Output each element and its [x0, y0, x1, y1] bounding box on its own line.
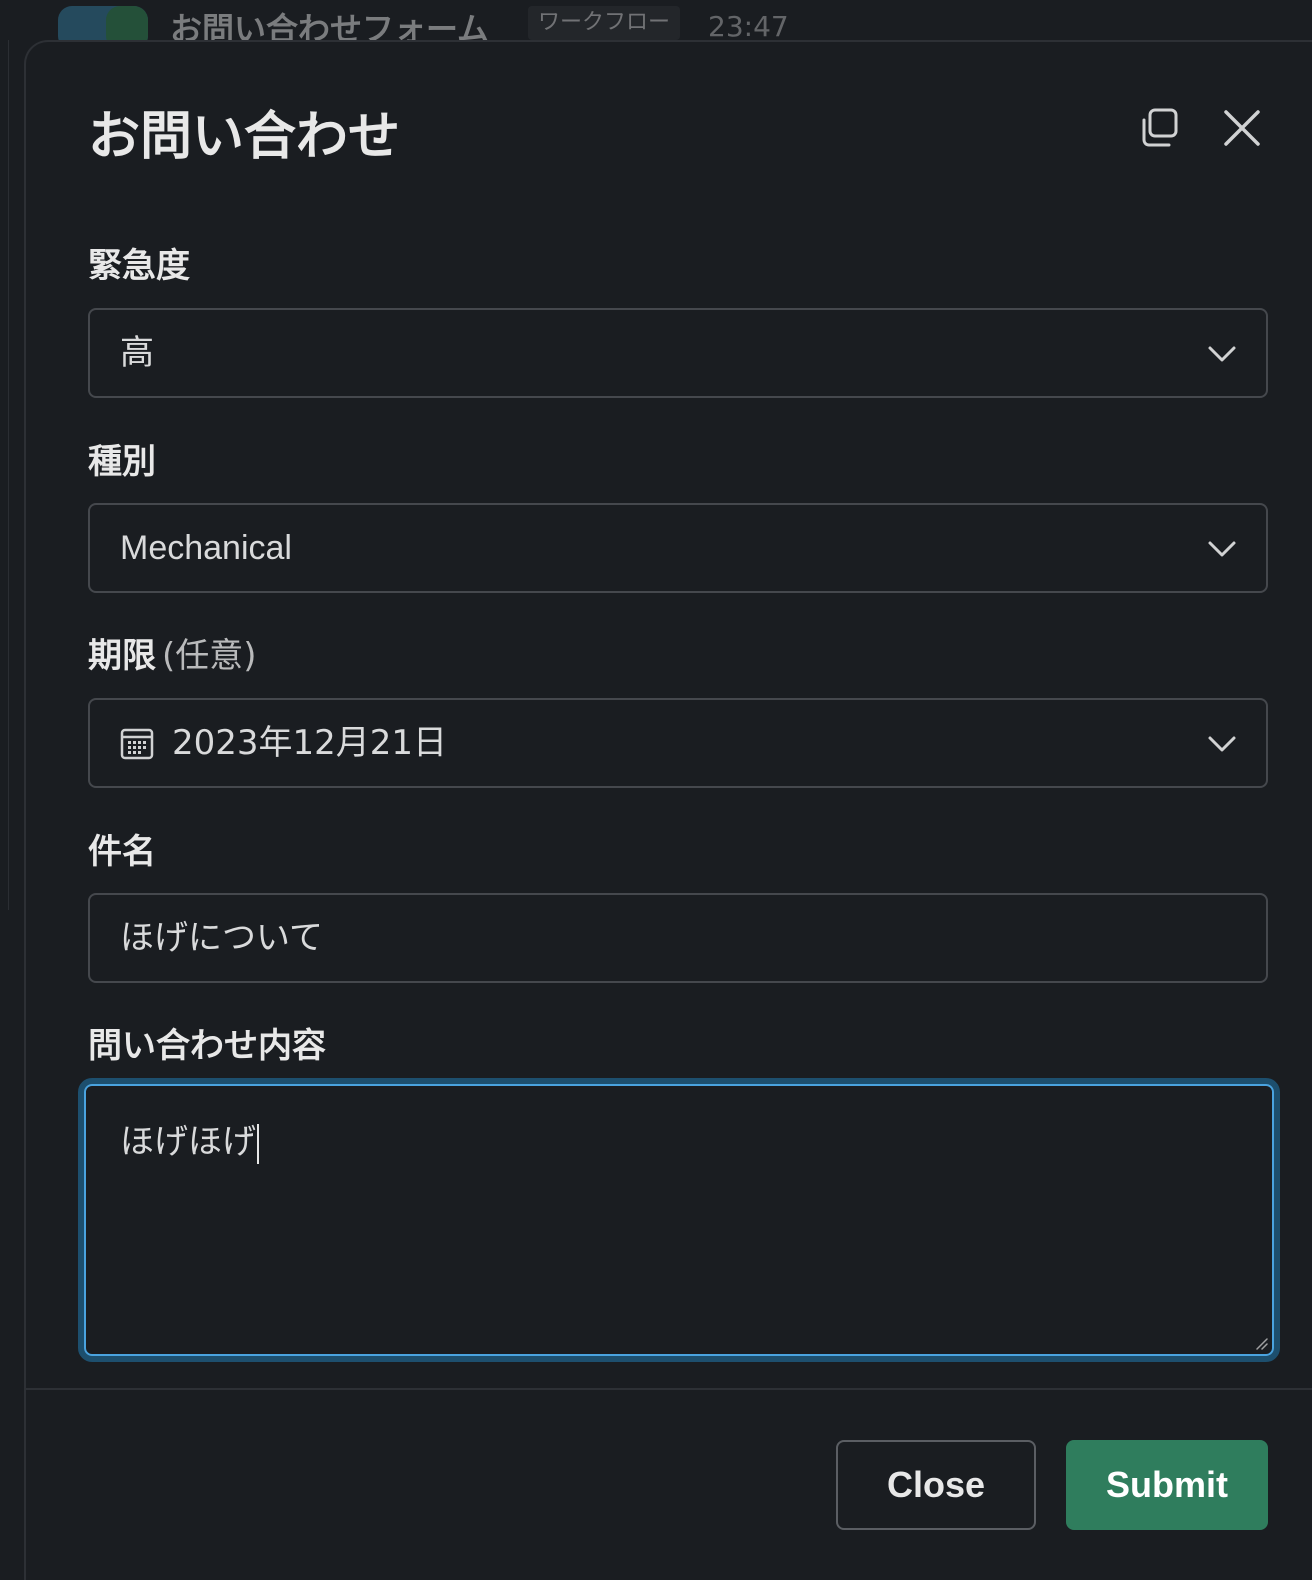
chevron-down-icon	[1208, 736, 1236, 752]
optional-marker: (任意)	[162, 636, 257, 676]
text-caret	[257, 1123, 259, 1164]
subject-value: ほげについて	[120, 918, 323, 958]
inquiry-modal: お問い合わせ 緊急度 高 種別 Mechanical 期限 (任意) 2023年…	[24, 40, 1312, 1580]
close-modal-button[interactable]	[1214, 100, 1270, 156]
deadline-datepicker[interactable]: 2023年12月21日	[88, 698, 1268, 788]
footer-divider	[26, 1388, 1312, 1390]
workflow-badge: ワークフロー	[528, 6, 681, 40]
copy-icon	[1142, 108, 1178, 147]
category-value: Mechanical	[120, 529, 292, 567]
subject-input[interactable]: ほげについて	[88, 893, 1268, 983]
close-button[interactable]: Close	[836, 1440, 1036, 1530]
modal-title: お問い合わせ	[88, 107, 401, 167]
urgency-select[interactable]: 高	[88, 308, 1268, 398]
category-label: 種別	[88, 442, 156, 482]
resize-handle-icon[interactable]	[1252, 1334, 1268, 1350]
close-icon	[1224, 110, 1260, 146]
divider	[8, 40, 9, 910]
message-timestamp: 23:47	[708, 10, 789, 43]
subject-label: 件名	[88, 832, 156, 872]
chevron-down-icon	[1208, 346, 1236, 362]
content-text: ほげほげ	[120, 1122, 256, 1162]
urgency-label: 緊急度	[88, 246, 190, 286]
content-label: 問い合わせ内容	[88, 1026, 326, 1066]
deadline-label: 期限 (任意)	[88, 628, 257, 677]
content-focus-ring: ほげほげ	[78, 1078, 1280, 1362]
category-select[interactable]: Mechanical	[88, 503, 1268, 593]
submit-button[interactable]: Submit	[1066, 1440, 1268, 1530]
content-value: ほげほげ	[120, 1114, 259, 1164]
deadline-label-text: 期限	[88, 636, 156, 676]
deadline-value: 2023年12月21日	[172, 723, 448, 763]
chevron-down-icon	[1208, 541, 1236, 557]
background-message: お問い合わせフォーム ワークフロー 23:47	[0, 0, 1312, 50]
copy-button[interactable]	[1132, 100, 1188, 156]
content-textarea[interactable]: ほげほげ	[84, 1084, 1274, 1356]
calendar-icon	[120, 728, 154, 760]
urgency-value: 高	[120, 333, 154, 373]
